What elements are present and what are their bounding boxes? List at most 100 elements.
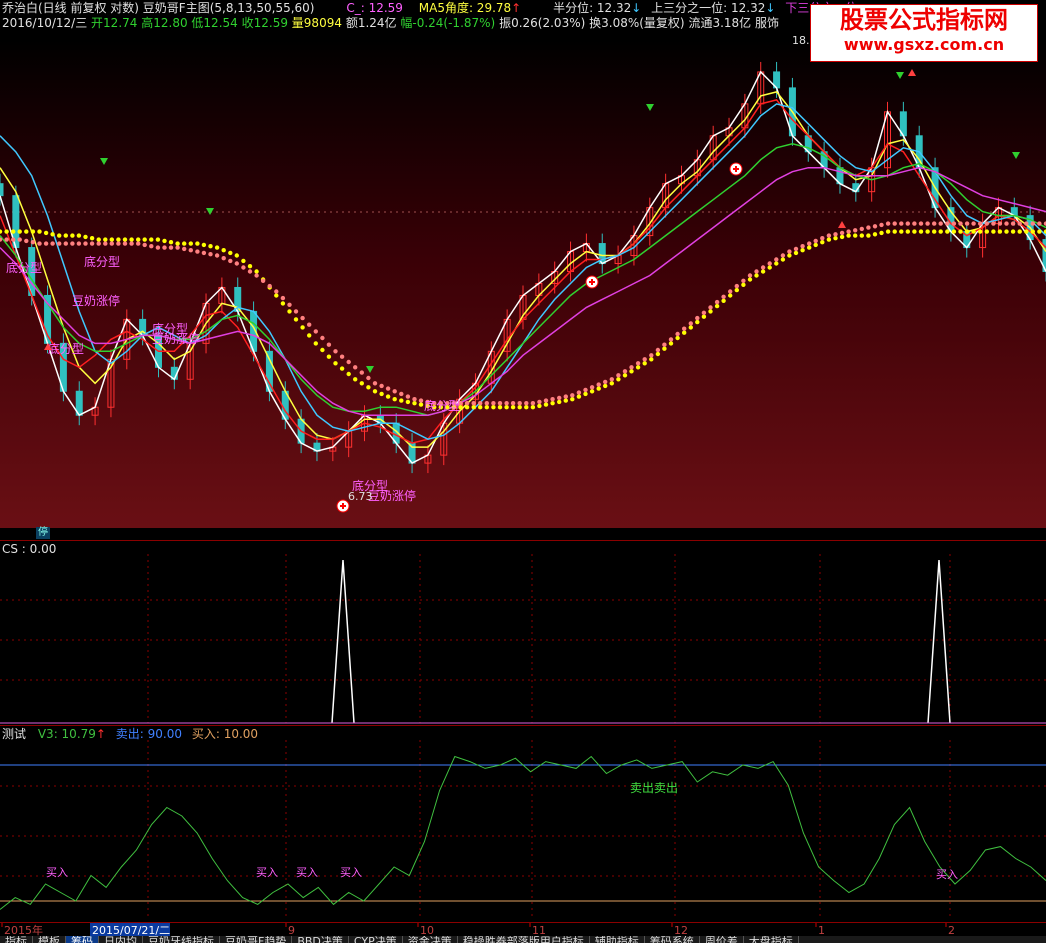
band-dot [208, 244, 213, 249]
band-dot [925, 221, 930, 226]
band-dot [484, 405, 489, 410]
band-dot [89, 236, 95, 241]
band-dot [576, 394, 582, 399]
buy-value: 买入: 10.00 [191, 727, 259, 741]
main-chart-panel[interactable]: 底分型 底分型 豆奶涨停 底分型 底分型 豆奶涨停 底分型 底分型 豆奶涨停 18. 6.73 [0, 0, 1046, 528]
tab-12[interactable]: 周价差 [700, 936, 744, 943]
band-dot [570, 393, 575, 398]
cs-chart-svg[interactable] [0, 540, 1046, 726]
tab-6[interactable]: BBD决策 [292, 936, 349, 943]
tab-13[interactable]: 大盘指标 [744, 936, 799, 943]
band-dot [122, 237, 128, 242]
tab-3[interactable]: 日内均 [99, 936, 143, 943]
band-dot [905, 221, 910, 226]
tab-7[interactable]: CYP决策 [349, 936, 403, 943]
band-dot [24, 229, 29, 234]
band-dot [63, 233, 68, 238]
band-dot [945, 229, 950, 234]
band-dot [635, 365, 641, 370]
time-axis-svg: 2015年 9 10 11 12 1 22015/07/21/二 [1, 923, 955, 937]
band-dot [537, 403, 542, 409]
band-dot [932, 229, 937, 234]
min-price-label: 6.73 [348, 490, 373, 503]
tab-1[interactable]: 模板 [33, 936, 66, 943]
test-header: 测试 V3: 10.79↑ 卖出: 90.00 买入: 10.00 [2, 727, 258, 741]
buy-marker-label: 买入 [340, 866, 362, 879]
band-dot [254, 273, 259, 278]
band-dot [24, 238, 29, 244]
up-arrow-icon: ↑ [95, 727, 106, 741]
band-dot [221, 256, 226, 261]
band-dot [405, 399, 411, 405]
amplitude: 振0.26(2.03%) [499, 16, 586, 30]
tab-11[interactable]: 筹码系统 [645, 936, 700, 943]
band-dot [662, 346, 667, 351]
band-dot [366, 385, 371, 390]
time-axis[interactable]: 2015年 9 10 11 12 1 2 2015/07/21/二 [0, 922, 1046, 937]
down-arrow-icon: ↓ [765, 1, 776, 15]
tab-8[interactable]: 资金决策 [403, 936, 458, 943]
header-row-1: 乔治白(日线 前复权 对数) 豆奶哥F主图(5,8,13,50,55,60) C… [2, 1, 857, 15]
band-dot [767, 265, 772, 270]
buy-arrow-icon [896, 72, 904, 79]
band-dot [195, 249, 200, 254]
band-dot [83, 234, 88, 240]
annotation-label: 豆奶涨停 [368, 488, 416, 503]
band-dot [188, 241, 193, 246]
band-dot [379, 383, 384, 389]
test-chart-svg[interactable]: 买入 买入 买入 买入 买入 卖出卖出 [0, 726, 1046, 922]
band-dot [136, 241, 141, 246]
band-dot [728, 293, 733, 298]
band-dot [30, 240, 36, 245]
cs-panel[interactable]: CS : 0.00 [0, 540, 1046, 726]
band-dot [517, 405, 522, 410]
band-dot [254, 269, 259, 274]
band-dot [274, 289, 279, 294]
tab-10[interactable]: 辅助指标 [590, 936, 645, 943]
max-price-label: 18. [792, 34, 810, 47]
band-dot [478, 401, 483, 406]
tab-4[interactable]: 豆奶牙线指标 [143, 936, 220, 943]
band-dot [96, 237, 101, 242]
band-dot [530, 405, 536, 410]
band-dot [774, 261, 779, 266]
band-dot [872, 224, 878, 229]
band-dot [280, 295, 286, 301]
band-dot [1010, 229, 1016, 234]
band-dot [149, 237, 154, 242]
watermark-logo: 股票公式指标网 www.gsxz.com.cn [810, 4, 1038, 62]
band-dot [484, 401, 489, 406]
band-dot [155, 245, 161, 250]
band-dot [4, 229, 9, 234]
tab-5[interactable]: 豆奶哥F趋势 [220, 936, 293, 943]
band-dot [649, 353, 654, 358]
band-dot [214, 253, 220, 258]
annotation-label: 底分型 [48, 341, 84, 356]
band-dot [333, 361, 338, 366]
buy-arrow-icon [100, 158, 108, 165]
band-dot [50, 232, 55, 237]
band-dot [616, 377, 621, 382]
band-dot [287, 302, 292, 307]
band-dot [30, 229, 36, 234]
test-panel[interactable]: 买入 买入 买入 买入 买入 卖出卖出 测试 V3: 10.79↑ 卖出: 90.00 买… [0, 726, 1046, 922]
band-dot [221, 248, 226, 253]
main-chart-svg[interactable]: 底分型 底分型豆奶涨停底分型底分型豆奶涨停底分型底分型豆奶涨停18.6.73 [0, 0, 1046, 528]
band-dot [510, 405, 516, 410]
indicator-tab-bar[interactable]: 指标 模板 筹码 日内均 豆奶牙线指标 豆奶哥F趋势 BBD决策 CYP决策 资金决策 稳操胜券部… [0, 936, 1046, 943]
band-dot [57, 241, 62, 246]
band-dot [912, 229, 917, 234]
band-dot [675, 335, 680, 341]
band-dot [826, 237, 832, 242]
axis-label: 2015年 [4, 923, 43, 937]
band-dot [550, 401, 555, 406]
down-arrow-icon: ↓ [631, 1, 642, 15]
band-dot [997, 221, 1003, 226]
ma-line [0, 103, 1046, 440]
tab-2[interactable]: 筹码 [66, 936, 99, 943]
tab-9[interactable]: 稳操胜券部落版用户指标 [458, 936, 590, 943]
band-dot [260, 278, 266, 283]
band-dot [17, 237, 22, 242]
band-dot [1037, 221, 1042, 226]
tab-0[interactable]: 指标 [0, 936, 33, 943]
